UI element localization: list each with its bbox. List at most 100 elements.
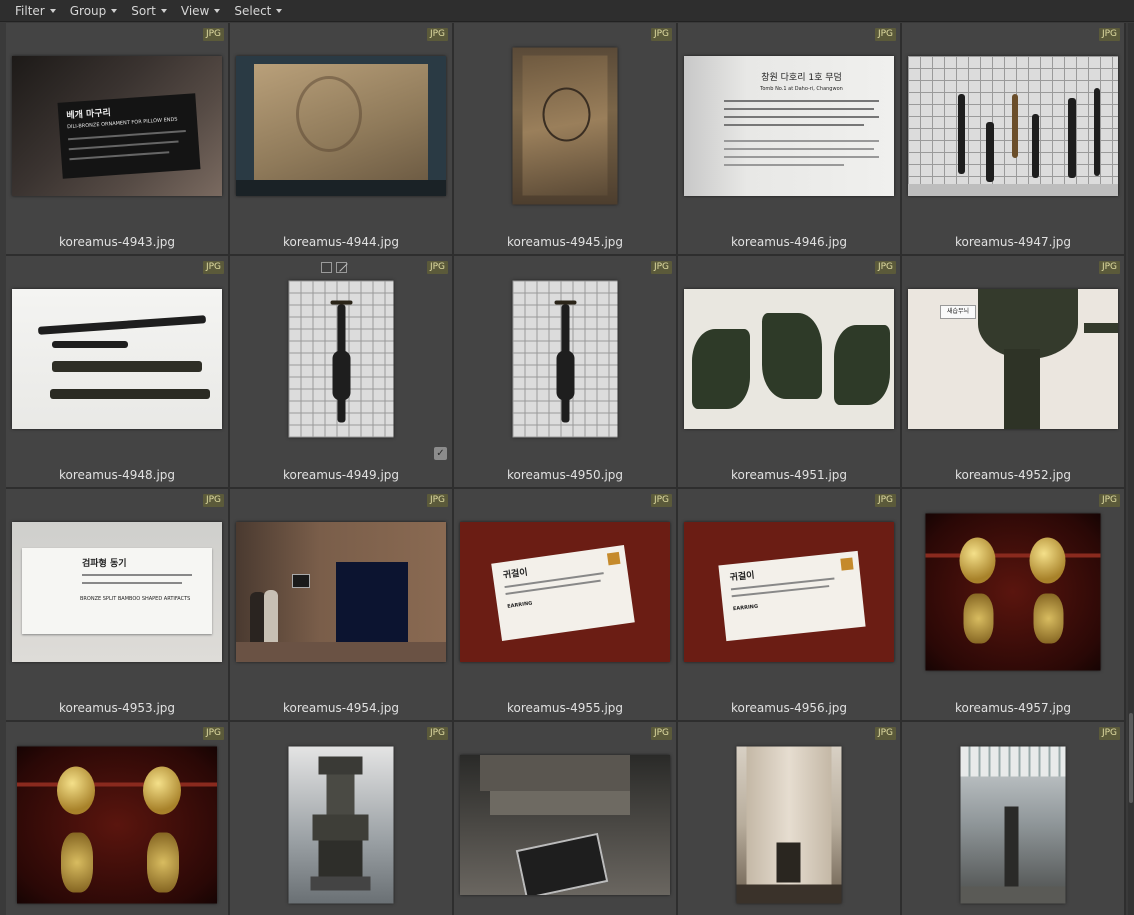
thumbnail-image[interactable] <box>288 280 394 438</box>
group-menu-label: Group <box>69 3 107 18</box>
file-name: koreamus-4944.jpg <box>282 235 400 249</box>
filter-menu-label: Filter <box>15 3 45 18</box>
thumbnail-image[interactable] <box>288 746 394 904</box>
thumbnail-image[interactable] <box>925 513 1101 671</box>
sign-title: 창원 다호리 1호 무덤 <box>761 73 842 83</box>
thumbnail-image[interactable] <box>236 56 446 196</box>
reject-icon[interactable] <box>336 262 347 273</box>
thumbnail-image[interactable] <box>684 289 894 429</box>
file-name: koreamus-4945.jpg <box>506 235 624 249</box>
thumbnail-cell[interactable]: JPG koreamus-4957.jpg <box>902 489 1126 722</box>
file-type-badge: JPG <box>1098 727 1120 740</box>
filter-menu[interactable]: Filter <box>15 4 56 18</box>
thumbnail-cell[interactable]: JPG <box>678 722 902 915</box>
view-menu-label: View <box>180 3 210 18</box>
file-type-badge: JPG <box>874 494 896 507</box>
thumbnail-image[interactable] <box>960 746 1066 904</box>
group-menu[interactable]: Group <box>70 4 118 18</box>
file-name: koreamus-4949.jpg <box>282 468 400 482</box>
file-name: koreamus-4956.jpg <box>730 701 848 715</box>
thumbnail-image[interactable] <box>512 47 618 205</box>
scrollbar-thumb[interactable] <box>1129 713 1133 803</box>
select-menu[interactable]: Select <box>234 3 283 18</box>
museum-sign: 검파형 동기 BRONZE SPLIT BAMBOO SHAPED ARTIFA… <box>22 548 212 634</box>
file-type-badge: JPG <box>874 261 896 274</box>
thumbnail-image[interactable]: 창원 다호리 1호 무덤 Tomb No.1 at Daho-ri, Chang… <box>684 56 894 196</box>
file-type-badge: JPG <box>426 28 448 41</box>
file-type-badge: JPG <box>650 494 672 507</box>
view-menu[interactable]: View <box>180 3 221 18</box>
chevron-down-icon <box>276 8 283 13</box>
file-name: koreamus-4946.jpg <box>730 235 848 249</box>
thumbnail-grid: JPG 베개 마구리 DILI-BRONZE ORNAMENT FOR PILL… <box>6 23 1126 915</box>
sort-menu[interactable]: Sort <box>131 4 167 18</box>
chevron-down-icon <box>111 8 118 13</box>
thumbnail-cell[interactable]: JPG 검파형 동기 BRONZE SPLIT BAMBOO SHAPED AR… <box>6 489 230 722</box>
sign-subtitle: BRONZE SPLIT BAMBOO SHAPED ARTIFACTS <box>80 596 191 602</box>
thumbnail-cell[interactable]: JPG koreamus-4944.jpg <box>230 23 454 256</box>
museum-sign: 창원 다호리 1호 무덤 Tomb No.1 at Daho-ri, Chang… <box>714 64 889 192</box>
file-type-badge: JPG <box>426 727 448 740</box>
thumbnail-image[interactable] <box>236 522 446 662</box>
thumbnail-cell[interactable]: JPG <box>454 722 678 915</box>
thumbnail-cell[interactable]: JPG 귀걸이 EARRING koreamus-4956.jpg <box>678 489 902 722</box>
thumbnail-cell[interactable]: JPG 베개 마구리 DILI-BRONZE ORNAMENT FOR PILL… <box>6 23 230 256</box>
file-name: koreamus-4954.jpg <box>282 701 400 715</box>
file-type-badge: JPG <box>1098 494 1120 507</box>
chevron-down-icon <box>214 8 221 13</box>
thumbnail-cell[interactable]: JPG 귀걸이 EARRING koreamus-4955.jpg <box>454 489 678 722</box>
sign-subtitle: EARRING <box>732 603 759 613</box>
file-type-badge: JPG <box>426 494 448 507</box>
file-type-badge: JPG <box>650 261 672 274</box>
file-type-badge: JPG <box>650 727 672 740</box>
thumbnail-image[interactable] <box>736 746 842 904</box>
thumbnail-image[interactable] <box>17 746 217 904</box>
file-type-badge: JPG <box>202 727 224 740</box>
file-name: koreamus-4950.jpg <box>506 468 624 482</box>
file-name: koreamus-4955.jpg <box>506 701 624 715</box>
thumbnail-image[interactable] <box>460 755 670 895</box>
thumbnail-image[interactable]: 귀걸이 EARRING <box>460 522 670 662</box>
thumbnail-cell[interactable]: JPG 새습무늬 koreamus-4952.jpg <box>902 256 1126 489</box>
checkbox-icon[interactable] <box>321 262 332 273</box>
file-type-badge: JPG <box>874 727 896 740</box>
file-name: koreamus-4947.jpg <box>954 235 1072 249</box>
sign-title: 새습무늬 <box>946 308 970 315</box>
toolbar: Filter Group Sort View Select <box>0 0 1134 22</box>
thumbnail-cell[interactable]: JPG <box>6 722 230 915</box>
file-name: koreamus-4957.jpg <box>954 701 1072 715</box>
thumbnail-image[interactable]: 새습무늬 <box>908 289 1118 429</box>
thumbnail-image[interactable] <box>908 56 1118 196</box>
file-type-badge: JPG <box>202 28 224 41</box>
file-name: koreamus-4952.jpg <box>954 468 1072 482</box>
file-type-badge: JPG <box>202 494 224 507</box>
thumbnail-cell[interactable]: JPG koreamus-4954.jpg <box>230 489 454 722</box>
thumbnail-cell[interactable]: JPG koreamus-4950.jpg <box>454 256 678 489</box>
sign-subtitle: EARRING <box>506 600 533 610</box>
thumbnail-cell[interactable]: JPG koreamus-4951.jpg <box>678 256 902 489</box>
file-name: koreamus-4943.jpg <box>58 235 176 249</box>
thumbnail-image[interactable] <box>12 289 222 429</box>
thumbnail-cell[interactable]: JPG koreamus-4945.jpg <box>454 23 678 256</box>
scrollbar[interactable] <box>1128 23 1134 915</box>
thumbnail-cell[interactable]: JPG 창원 다호리 1호 무덤 Tomb No.1 at Daho-ri, C… <box>678 23 902 256</box>
select-menu-label: Select <box>234 3 272 18</box>
thumbnail-image[interactable]: 귀걸이 EARRING <box>684 522 894 662</box>
thumbnail-cell[interactable]: JPG koreamus-4947.jpg <box>902 23 1126 256</box>
thumbnail-cell[interactable]: JPG <box>902 722 1126 915</box>
file-type-badge: JPG <box>650 28 672 41</box>
file-type-badge: JPG <box>202 261 224 274</box>
thumbnail-cell[interactable]: JPG <box>230 722 454 915</box>
chevron-down-icon <box>160 8 167 13</box>
file-name: koreamus-4951.jpg <box>730 468 848 482</box>
museum-sign: 귀걸이 EARRING <box>718 550 866 642</box>
check-icon[interactable]: ✓ <box>434 447 447 460</box>
thumbnail-cell[interactable]: JPG koreamus-4948.jpg <box>6 256 230 489</box>
museum-sign: 귀걸이 EARRING <box>491 545 635 641</box>
thumbnail-image[interactable]: 베개 마구리 DILI-BRONZE ORNAMENT FOR PILLOW E… <box>12 56 222 196</box>
file-type-badge: JPG <box>1098 28 1120 41</box>
file-name: koreamus-4948.jpg <box>58 468 176 482</box>
thumbnail-cell[interactable]: JPG ✓ koreamus-4949.jpg <box>230 256 454 489</box>
thumbnail-image[interactable] <box>512 280 618 438</box>
thumbnail-image[interactable]: 검파형 동기 BRONZE SPLIT BAMBOO SHAPED ARTIFA… <box>12 522 222 662</box>
